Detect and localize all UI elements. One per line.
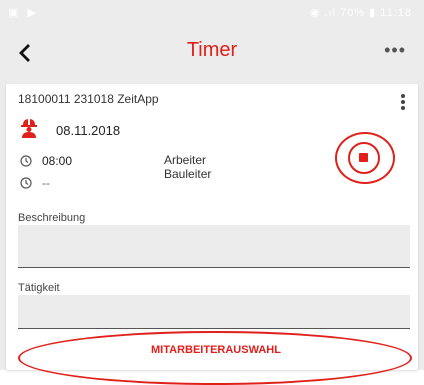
more-vertical-icon-dot [401, 100, 405, 104]
status-bar: ▣ ▶ ◉ .ıl 70% ▮ 11:18 [0, 0, 424, 26]
start-time: 08:00 [42, 154, 73, 168]
taetigkeit-label: Tätigkeit [18, 282, 60, 294]
beschreibung-label: Beschreibung [18, 212, 86, 224]
content-area: 18100011 231018 ZeitApp 08.11.2018 08:00… [0, 78, 424, 385]
stop-timer-button[interactable] [348, 142, 380, 174]
more-options-button[interactable]: ••• [384, 40, 406, 61]
date-value: 08.11.2018 [56, 123, 121, 138]
clock-icon [20, 177, 32, 189]
app-bar: Timer ••• [0, 26, 424, 78]
status-bar-left-icons: ▣ ▶ [8, 7, 39, 19]
clock-icon [20, 155, 32, 167]
construction-worker-icon [21, 119, 37, 138]
page-title: Timer [186, 39, 238, 61]
status-bar-right-info: ◉ .ıl 70% ▮ 11:18 [309, 7, 412, 19]
select-employees-highlight [18, 331, 412, 385]
end-time: -- [42, 176, 50, 190]
more-horizontal-icon: ••• [384, 40, 406, 60]
more-vertical-icon-dot [401, 106, 405, 110]
more-vertical-icon [401, 94, 405, 98]
timer-card: 18100011 231018 ZeitApp 08.11.2018 08:00… [6, 84, 418, 385]
card-title: 18100011 231018 ZeitApp [18, 92, 159, 106]
taetigkeit-input[interactable] [18, 295, 410, 329]
role-item: Arbeiter [164, 153, 207, 167]
stop-circle-icon [359, 153, 368, 162]
card-menu-button[interactable] [398, 92, 408, 114]
beschreibung-input[interactable] [18, 225, 410, 268]
role-item: Bauleiter [164, 167, 212, 181]
